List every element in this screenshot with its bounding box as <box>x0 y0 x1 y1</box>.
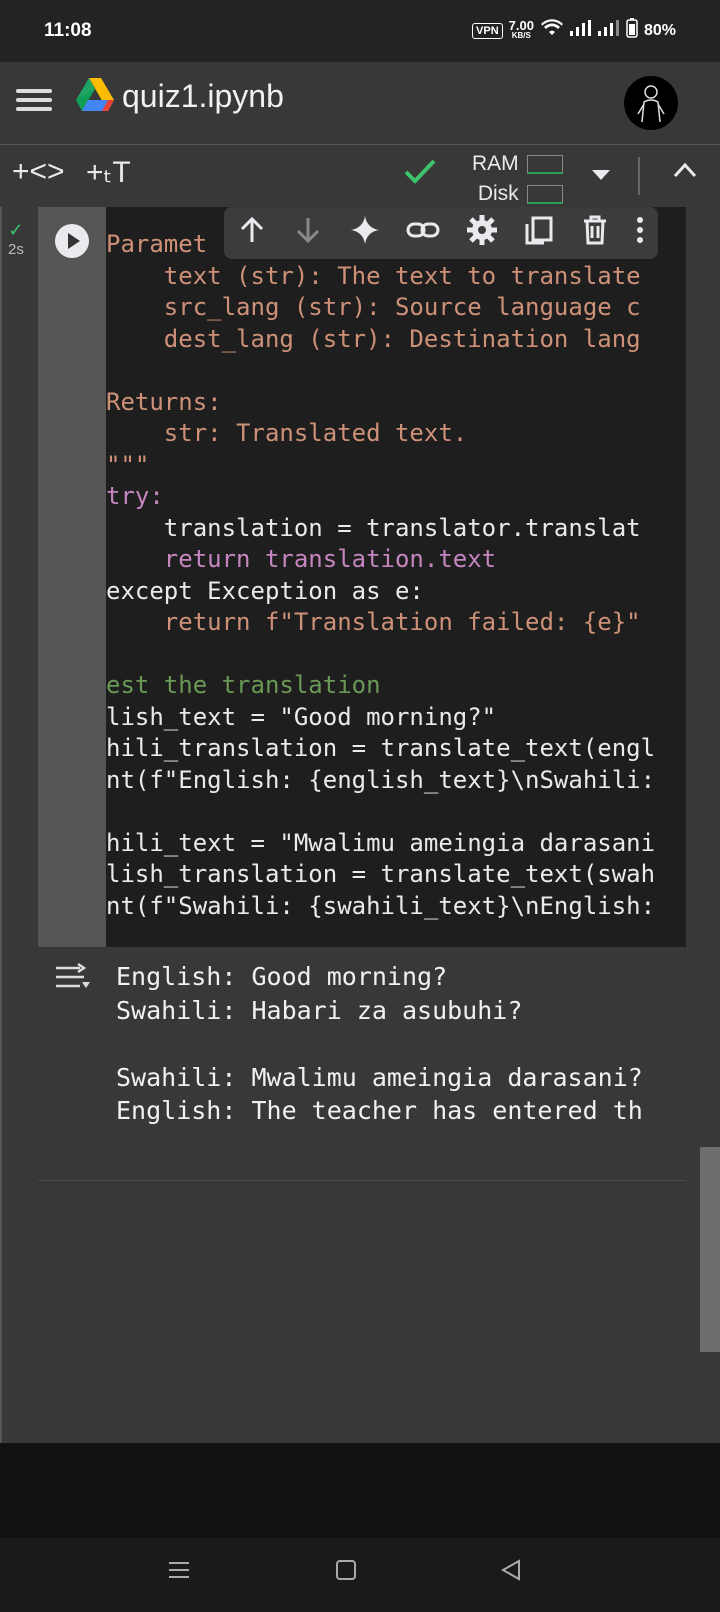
output-line: Swahili: Habari za asubuhi? <box>116 995 523 1025</box>
speed-value: 7.00 <box>508 17 534 33</box>
code-line: est the translation <box>106 671 381 699</box>
resource-indicator[interactable]: RAM Disk <box>472 149 563 209</box>
code-line: Paramet <box>106 230 208 258</box>
more-vert-icon[interactable] <box>635 215 645 252</box>
battery-percent: 80% <box>643 21 676 39</box>
signal-icon-2 <box>597 20 620 41</box>
chevron-up-icon[interactable] <box>672 157 698 191</box>
mirror-icon[interactable] <box>524 215 554 252</box>
output-options-icon[interactable] <box>54 962 90 999</box>
code-line: """ <box>106 450 150 479</box>
sparkle-icon[interactable] <box>350 215 380 252</box>
code-line: except Exception as e: <box>106 576 424 605</box>
code-line: lish_translation = translate_text(swah <box>106 860 656 888</box>
arrow-down-icon[interactable] <box>293 215 323 252</box>
check-icon <box>402 153 438 197</box>
cell-gutter <box>38 207 106 947</box>
add-code-button[interactable]: +<> <box>12 155 65 189</box>
signal-icon <box>569 20 592 41</box>
code-line: nt(f"Swahili: {swahili_text}\nEnglish: <box>106 891 656 920</box>
battery-icon <box>626 18 638 43</box>
disk-row: Disk <box>472 179 563 209</box>
status-time: 11:08 <box>44 20 92 41</box>
code-line: nt(f"English: {english_text}\nSwahili: <box>106 765 656 794</box>
wifi-icon <box>540 19 564 42</box>
ram-meter <box>526 154 563 174</box>
system-nav-bar <box>0 1538 720 1612</box>
network-speed: 7.00 KB/S <box>508 17 534 41</box>
cell-toolbar <box>224 207 658 259</box>
speed-unit: KB/S <box>511 30 531 40</box>
code-line: return f"Translation failed: {e}" <box>106 608 641 636</box>
code-line: Returns: <box>106 387 222 416</box>
code-content: Paramet text (str): The text to translat… <box>106 229 655 922</box>
avatar[interactable] <box>624 76 678 130</box>
link-icon[interactable] <box>406 215 440 252</box>
code-line: try: <box>106 482 164 510</box>
disk-label: Disk <box>477 182 519 205</box>
ram-label: RAM <box>472 152 519 175</box>
gear-icon[interactable] <box>466 214 498 253</box>
code-line: translation = translator.translat <box>106 513 641 542</box>
code-line: text (str): The text to translate <box>106 261 641 290</box>
run-cell-button[interactable] <box>55 224 89 258</box>
code-line: src_lang (str): Source language c <box>106 293 641 321</box>
status-icons: VPN 7.00 KB/S 80% <box>472 18 676 43</box>
code-line: return translation.text <box>106 545 497 573</box>
output-line: Swahili: Mwalimu ameingia darasani? <box>116 1062 643 1092</box>
toolbar-divider <box>638 157 640 195</box>
output-text: English: Good morning? Swahili: Habari z… <box>116 960 686 1128</box>
back-icon[interactable] <box>500 1556 522 1588</box>
code-editor[interactable]: Paramet text (str): The text to translat… <box>106 207 686 947</box>
vpn-badge: VPN <box>472 22 503 39</box>
menu-icon[interactable] <box>16 84 52 120</box>
code-line: dest_lang (str): Destination lang <box>106 324 641 353</box>
disk-meter <box>526 184 563 204</box>
notebook-toolbar: +<> +ₜT RAM Disk <box>0 145 720 208</box>
code-line: str: Translated text. <box>106 419 468 447</box>
arrow-up-icon[interactable] <box>237 215 267 252</box>
trash-icon[interactable] <box>581 215 609 252</box>
code-line: lish_text = "Good morning?" <box>106 702 497 731</box>
scrollbar-thumb[interactable] <box>700 1147 720 1352</box>
code-line: hili_translation = translate_text(engl <box>106 734 656 762</box>
recent-apps-icon[interactable] <box>168 1556 190 1588</box>
google-drive-icon <box>76 78 114 117</box>
exec-time: 2s <box>8 241 24 258</box>
app-bar: quiz1.ipynb <box>0 62 720 145</box>
cell-output: English: Good morning? Swahili: Habari z… <box>38 948 686 1181</box>
exec-check-icon: ✓ <box>8 220 24 240</box>
chevron-down-icon[interactable] <box>590 159 612 193</box>
add-text-button[interactable]: +ₜT <box>86 155 131 190</box>
execution-status: ✓ 2s <box>8 220 24 258</box>
ram-row: RAM <box>472 149 563 179</box>
status-bar: 11:08 VPN 7.00 KB/S 80% <box>0 0 720 62</box>
output-line: English: Good morning? <box>116 962 448 991</box>
notebook-title[interactable]: quiz1.ipynb <box>122 78 284 115</box>
code-line: hili_text = "Mwalimu ameingia darasani <box>106 828 656 857</box>
output-line: English: The teacher has entered th <box>116 1096 643 1125</box>
home-icon[interactable] <box>335 1556 357 1588</box>
